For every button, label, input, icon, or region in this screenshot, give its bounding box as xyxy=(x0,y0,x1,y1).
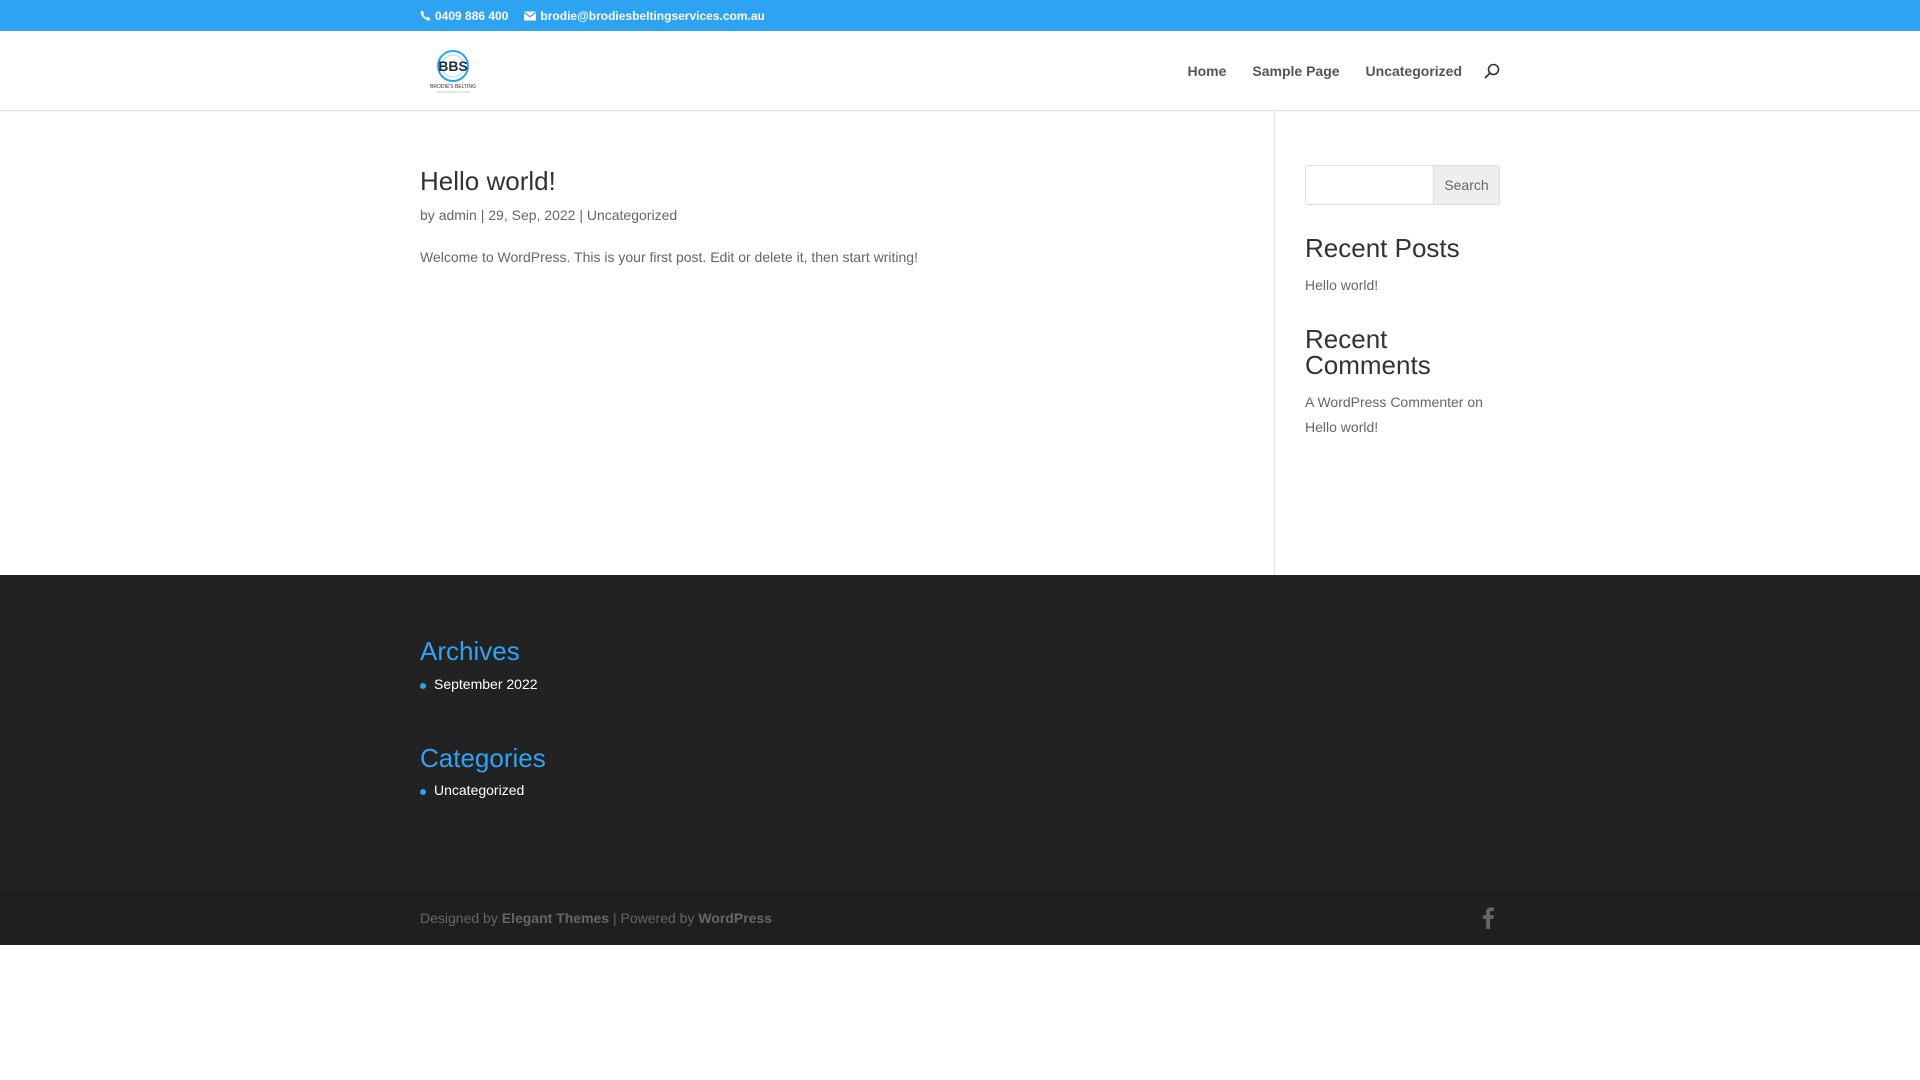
top-bar: 0409 886 400 brodie@brodiesbeltingservic… xyxy=(0,0,1920,31)
main-content: Hello world! by admin | 29, Sep, 2022 | … xyxy=(0,111,1920,575)
list-item: Hello world! xyxy=(1305,273,1500,298)
comment-on-label: on xyxy=(1467,394,1483,410)
site-logo[interactable]: BBS BRODIE'S BELTING xyxy=(422,46,492,96)
nav-uncategorized[interactable]: Uncategorized xyxy=(1366,63,1462,79)
facebook-icon xyxy=(1482,907,1494,929)
archive-link[interactable]: September 2022 xyxy=(434,676,538,692)
phone-number: 0409 886 400 xyxy=(435,8,509,23)
elegant-themes-link[interactable]: Elegant Themes xyxy=(502,910,609,926)
sidebar: Search Recent Posts Hello world! Recent … xyxy=(1275,111,1500,575)
recent-posts-widget: Recent Posts Hello world! xyxy=(1305,235,1500,298)
recent-post-link[interactable]: Hello world! xyxy=(1305,277,1378,293)
footer-credits: Designed by Elegant Themes | Powered by … xyxy=(420,910,772,926)
post-meta: by admin | 29, Sep, 2022 | Uncategorized xyxy=(420,207,1274,223)
email-address: brodie@brodiesbeltingservices.com.au xyxy=(540,8,765,23)
list-item: Uncategorized xyxy=(420,782,1500,798)
post: Hello world! by admin | 29, Sep, 2022 | … xyxy=(420,166,1274,265)
main-header: BBS BRODIE'S BELTING Home Sample Page Un… xyxy=(0,31,1920,111)
category-link[interactable]: Uncategorized xyxy=(587,207,677,223)
meta-by: by xyxy=(420,207,435,224)
svg-text:BRODIE'S BELTING: BRODIE'S BELTING xyxy=(430,84,476,90)
recent-comments-widget: Recent Comments A WordPress Commenter on… xyxy=(1305,326,1500,440)
primary-nav: Home Sample Page Uncategorized xyxy=(1187,63,1500,79)
nav-sample-page[interactable]: Sample Page xyxy=(1252,63,1339,79)
meta-separator: | xyxy=(579,207,583,224)
categories-widget: Categories Uncategorized xyxy=(420,742,1500,798)
envelope-icon xyxy=(524,11,537,20)
categories-title: Categories xyxy=(420,742,546,773)
post-excerpt: Welcome to WordPress. This is your first… xyxy=(420,249,918,266)
email-link[interactable]: brodie@brodiesbeltingservices.com.au xyxy=(524,8,765,23)
meta-separator: | xyxy=(480,207,485,224)
wordpress-link[interactable]: WordPress xyxy=(698,910,772,926)
list-item: September 2022 xyxy=(420,676,1500,692)
list-item: A WordPress Commenter on Hello world! xyxy=(1305,390,1500,440)
search-icon xyxy=(1484,63,1500,79)
phone-contact[interactable]: 0409 886 400 xyxy=(420,9,508,23)
phone-icon xyxy=(420,10,431,21)
category-footer-link[interactable]: Uncategorized xyxy=(434,782,524,798)
author-link[interactable]: admin xyxy=(439,207,477,223)
post-date: 29, Sep, 2022 xyxy=(488,207,576,224)
footer-bottom: Designed by Elegant Themes | Powered by … xyxy=(0,891,1920,945)
header-search-button[interactable] xyxy=(1484,63,1500,79)
post-area: Hello world! by admin | 29, Sep, 2022 | … xyxy=(420,111,1275,575)
recent-posts-title: Recent Posts xyxy=(1305,233,1460,263)
nav-home[interactable]: Home xyxy=(1187,63,1226,79)
post-title-link[interactable]: Hello world! xyxy=(420,166,556,196)
designed-by-label: Designed by xyxy=(420,910,498,926)
search-input[interactable] xyxy=(1305,165,1433,205)
search-button[interactable]: Search xyxy=(1433,165,1500,205)
bbs-logo-icon: BBS BRODIE'S BELTING xyxy=(430,50,476,93)
sidebar-search-form: Search xyxy=(1305,165,1500,205)
footer: Archives September 2022 Categories Uncat… xyxy=(0,575,1920,945)
post-title[interactable]: Hello world! xyxy=(420,166,1274,197)
svg-text:BBS: BBS xyxy=(438,58,468,74)
commenter-name: A WordPress Commenter xyxy=(1305,394,1464,410)
comment-post-link[interactable]: Hello world! xyxy=(1305,419,1378,435)
archives-title: Archives xyxy=(420,636,520,666)
archives-widget: Archives September 2022 xyxy=(420,637,1500,692)
facebook-link[interactable] xyxy=(1482,907,1494,929)
powered-by-label: | Powered by xyxy=(612,910,695,926)
footer-widgets: Archives September 2022 Categories Uncat… xyxy=(0,575,1920,891)
recent-comments-title: Recent Comments xyxy=(1305,324,1431,380)
